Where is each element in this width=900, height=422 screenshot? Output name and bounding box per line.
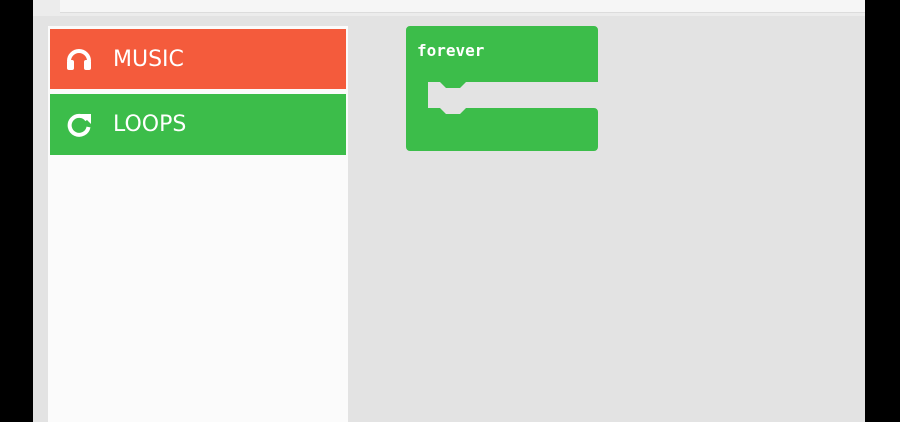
toolbox-category-music[interactable]: MUSIC xyxy=(50,29,346,89)
top-toolbar xyxy=(33,0,865,16)
headphones-icon xyxy=(63,43,95,75)
blocks-workspace[interactable]: forever xyxy=(349,16,865,422)
refresh-icon xyxy=(63,109,95,141)
forever-block[interactable]: forever xyxy=(406,26,598,151)
toolbox-category-label: LOOPS xyxy=(113,112,187,137)
toolbox-category-label: MUSIC xyxy=(113,46,184,72)
editor-window: MUSIC LOOPS forever xyxy=(33,0,865,422)
top-toolbar-panel xyxy=(60,0,865,13)
forever-block-label: forever xyxy=(417,41,485,60)
toolbox-panel: MUSIC LOOPS xyxy=(48,26,348,422)
toolbox-category-loops[interactable]: LOOPS xyxy=(50,94,346,155)
